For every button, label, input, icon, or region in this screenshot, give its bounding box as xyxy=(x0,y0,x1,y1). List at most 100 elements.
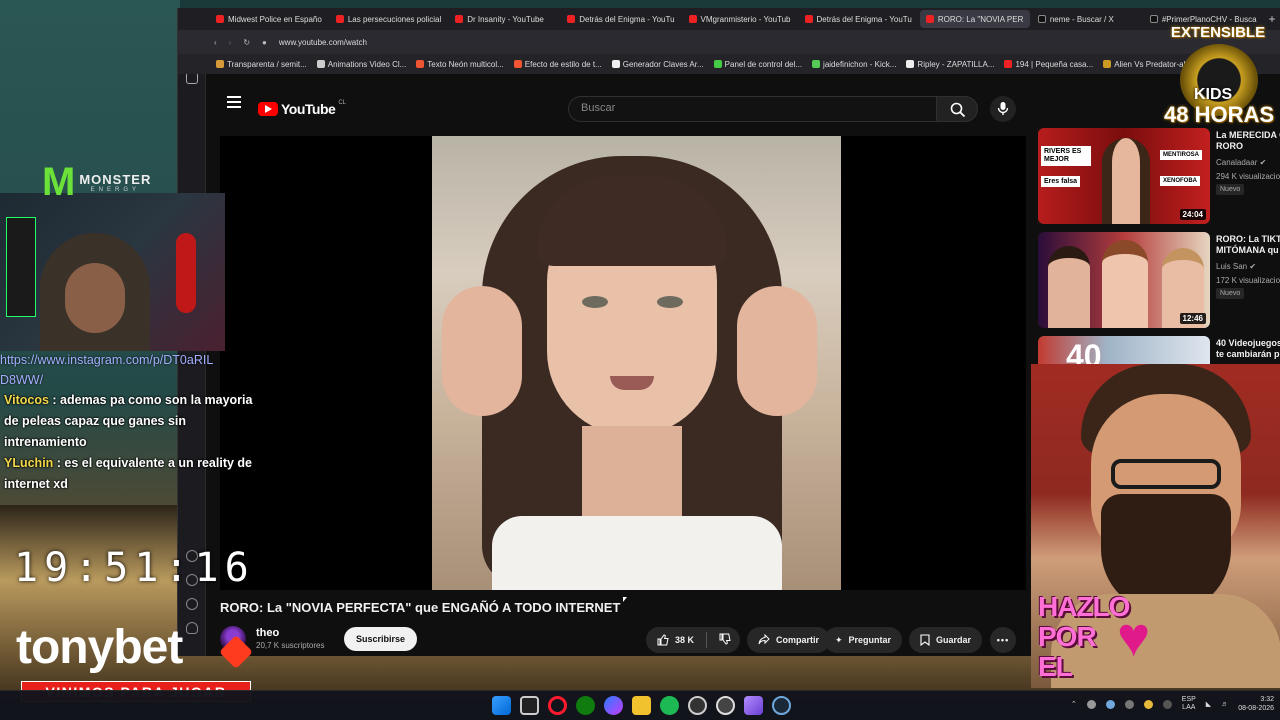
new-tab-icon[interactable]: + xyxy=(1269,12,1276,26)
bookmark-label: jaidefinichon - Kick... xyxy=(823,59,897,69)
opera-browser-icon[interactable] xyxy=(548,696,567,715)
back-icon[interactable]: ‹ xyxy=(214,38,217,47)
github-icon[interactable] xyxy=(716,696,735,715)
taskbar-apps xyxy=(492,696,791,715)
chevron-up-icon[interactable]: ⌃ xyxy=(1071,700,1077,708)
chat-message: Vitocos : ademas pa como son la mayoria … xyxy=(0,390,260,453)
tab[interactable]: Detrás del Enigma - YouTu xyxy=(561,10,680,28)
tab[interactable]: Midwest Police en Españo xyxy=(210,10,328,28)
recommended-video[interactable]: 12:46 RORO: La TIKT MITÓMANA qu Luis San … xyxy=(1038,232,1280,336)
task-view-icon[interactable] xyxy=(520,696,539,715)
subscribe-button[interactable]: Suscribirse xyxy=(344,627,418,651)
bookmark[interactable]: jaidefinichon - Kick... xyxy=(812,60,896,69)
bookmark-icon xyxy=(906,60,915,68)
search-input[interactable]: Buscar xyxy=(568,96,936,122)
badge-bottom-text: 48 HORAS xyxy=(1164,102,1275,127)
lang-line: LAA xyxy=(1182,704,1196,711)
bookmark-icon xyxy=(812,60,821,68)
share-button[interactable]: Compartir xyxy=(747,627,831,653)
more-actions-button[interactable]: ••• xyxy=(990,627,1016,653)
like-button[interactable]: 38 K xyxy=(657,634,694,646)
spotify-icon[interactable] xyxy=(660,696,679,715)
lightbulb-icon[interactable] xyxy=(186,622,198,634)
bookmark[interactable]: Ripley - ZAPATILLA... xyxy=(906,60,994,69)
tab[interactable]: neme - Buscar / X xyxy=(1032,10,1142,28)
file-explorer-icon[interactable] xyxy=(632,696,651,715)
bookmark[interactable]: Panel de control del... xyxy=(713,59,803,69)
kids-48h-badge: EXTENSIBLE KIDS 48 HORAS xyxy=(1164,24,1274,134)
tray-app-icon[interactable] xyxy=(1143,699,1153,709)
bookmark-icon xyxy=(713,60,722,68)
recommended-views: 172 K visualizacio xyxy=(1216,276,1280,285)
youtube-logo[interactable]: YouTube CL xyxy=(258,100,346,117)
tray-app-icon[interactable] xyxy=(1162,699,1172,709)
volume-icon[interactable]: ♬ xyxy=(1221,701,1228,708)
tab[interactable]: Detrás del Enigma - YouTu xyxy=(799,10,918,28)
tab[interactable]: Las persecuciones policial xyxy=(330,10,447,28)
video-thumbnail[interactable]: RIVERS ES MEJOR MENTIROSA Eres falsa XEN… xyxy=(1038,128,1210,224)
tab[interactable]: VMgranmisterio - YouTub xyxy=(683,10,797,28)
xbox-icon[interactable] xyxy=(576,696,595,715)
tab[interactable]: Dr Insanity - YouTube xyxy=(449,10,559,28)
video-subject-hand xyxy=(442,286,522,416)
recommended-title[interactable]: 40 Videojuegos te cambiarán p xyxy=(1216,338,1280,360)
settings-icon[interactable] xyxy=(186,598,198,610)
clock-date[interactable]: 3:32 08-08-2026 xyxy=(1238,695,1274,713)
tab-active[interactable]: RORO: La "NOVIA PER xyxy=(919,10,1030,28)
bookmark-label: Transparenta / semit... xyxy=(227,59,307,69)
monster-energy-logo: M MONSTER ENERGY xyxy=(42,162,151,202)
channel-name[interactable]: theo xyxy=(256,627,279,639)
bookmark-label: Ripley - ZAPATILLA... xyxy=(917,59,995,69)
youtube-favicon-icon xyxy=(688,15,697,23)
bookmark-icon xyxy=(611,60,620,68)
monster-claw-icon: M xyxy=(42,160,76,204)
forward-icon[interactable]: › xyxy=(229,38,232,47)
bookmark-label: Generador Claves Ar... xyxy=(622,59,704,69)
tray-app-icon[interactable] xyxy=(1086,699,1096,709)
bookmark-label: Panel de control del... xyxy=(724,59,803,69)
tab-label: #PrimerPlanoCHV - Busca xyxy=(1161,14,1257,24)
save-button[interactable]: Guardar xyxy=(909,627,983,653)
like-count: 38 K xyxy=(675,635,695,645)
youtube-header: YouTube CL Buscar xyxy=(207,74,1280,130)
recommended-title[interactable]: RORO: La TIKT MITÓMANA qu xyxy=(1216,234,1280,256)
bookmarks-bar: Transparenta / semit... Animations Video… xyxy=(178,54,1280,74)
chat-link[interactable]: https://www.instagram.com/p/DT0aRIL D8WW/ xyxy=(0,350,260,390)
video-thumbnail[interactable]: 12:46 xyxy=(1038,232,1210,328)
language-indicator[interactable]: ESP LAA xyxy=(1182,696,1196,712)
bookmark-icon xyxy=(216,60,224,68)
tray-app-icon[interactable] xyxy=(1105,699,1115,709)
search-button[interactable] xyxy=(936,96,978,122)
like-dislike-group: 38 K xyxy=(646,627,740,653)
crystal-app-icon[interactable] xyxy=(744,696,763,715)
video-subject-eye xyxy=(582,296,608,308)
dislike-button[interactable] xyxy=(719,633,731,647)
reload-icon[interactable]: ↻ xyxy=(243,38,250,47)
hamburger-menu-icon[interactable] xyxy=(227,96,241,108)
bookmark[interactable]: Transparenta / semit... xyxy=(216,60,307,69)
voice-search-button[interactable] xyxy=(990,96,1016,122)
url-field[interactable]: www.youtube.com/watch xyxy=(279,38,1280,47)
messenger-icon[interactable] xyxy=(604,696,623,715)
bookmark[interactable]: Texto Neón multicol... xyxy=(416,60,504,69)
recommended-channel[interactable]: Luis San ✔ xyxy=(1216,262,1256,271)
youtube-favicon-icon xyxy=(567,15,576,23)
stream-clock: 19:51:16 xyxy=(14,545,255,591)
ask-button[interactable]: ✦ Preguntar xyxy=(824,627,903,653)
windows-start-icon[interactable] xyxy=(492,696,511,715)
recommended-channel[interactable]: Canaladaar ✔ xyxy=(1216,158,1266,167)
bookmark[interactable]: Efecto de estilo de t... xyxy=(513,60,602,69)
title-line: RORO xyxy=(1216,141,1243,151)
bookmark[interactable]: 194 | Pequeña casa... xyxy=(1004,60,1093,69)
wifi-icon[interactable]: ◣ xyxy=(1206,700,1211,708)
recommended-video[interactable]: RIVERS ES MEJOR MENTIROSA Eres falsa XEN… xyxy=(1038,128,1280,232)
bookmark-icon xyxy=(513,60,522,68)
video-player[interactable] xyxy=(220,136,1026,590)
bookmark[interactable]: Generador Claves Ar... xyxy=(611,59,704,69)
obs-icon[interactable] xyxy=(688,696,707,715)
verified-icon: ✔ xyxy=(1259,158,1267,167)
bookmark[interactable]: Animations Video Cl... xyxy=(316,60,406,69)
search-placeholder: Buscar xyxy=(581,102,616,114)
steam-icon[interactable] xyxy=(772,696,791,715)
tray-app-icon[interactable] xyxy=(1124,699,1134,709)
